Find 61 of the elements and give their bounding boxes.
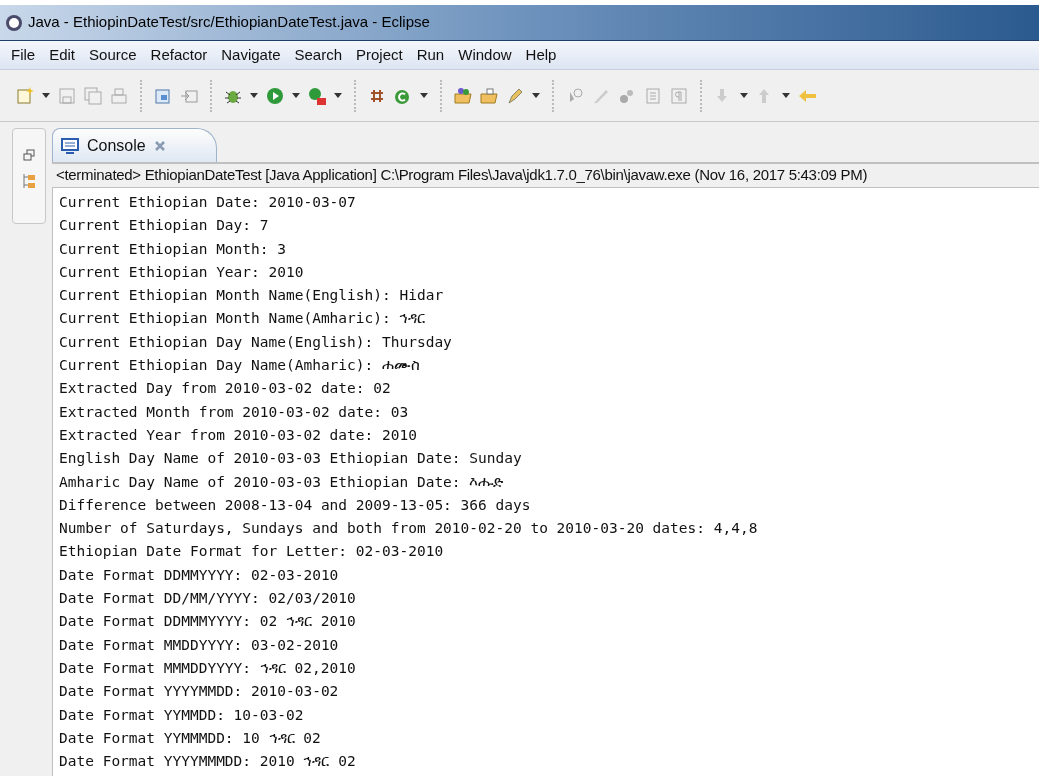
console-line: Date Format MMDDYYYY: 03-02-2010 bbox=[59, 635, 339, 655]
console-line: Current Ethiopian Year: 2010 bbox=[59, 262, 304, 282]
console-line: Date Format YYMMMDD: 10 ኅዳር 02 bbox=[59, 728, 321, 748]
console-line: Date Format MMMDDYYYY: ኅዳር 02,2010 bbox=[59, 658, 356, 678]
console-line: Current Ethiopian Month Name(English): Hidar bbox=[59, 286, 444, 306]
console-icon bbox=[61, 137, 79, 154]
eclipse-logo-icon bbox=[4, 12, 24, 33]
tab-label: Console bbox=[87, 135, 146, 156]
menu-item[interactable]: Edit bbox=[42, 43, 83, 67]
console-line: Date Format YYYYMMMDD: 2010 ኅዳር 02 bbox=[59, 752, 356, 772]
console-line: Number of Saturdays, Sundays and both from 2010-02-20 to 2010-03-20 dates: 4,4,8 bbox=[59, 519, 758, 539]
menu-item[interactable]: Navigate bbox=[214, 43, 288, 67]
menu-item[interactable]: Source bbox=[82, 43, 144, 67]
caret-icon[interactable] bbox=[250, 93, 258, 98]
new-file-icon[interactable] bbox=[15, 85, 35, 106]
console-line: Current Ethiopian Day Name(Amharic): ሐሙስ bbox=[59, 356, 420, 376]
console-line: English Day Name of 2010-03-03 Ethiopian Date: Sunday bbox=[59, 449, 522, 469]
console-line: Extracted Day from 2010-03-02 date: 02 bbox=[59, 379, 391, 399]
console-line: Current Ethiopian Day: 7 bbox=[59, 216, 269, 236]
console-line: Amharic Day Name of 2010-03-03 Ethiopian Date: እሑድ bbox=[59, 472, 504, 492]
console-header: <terminated> EthiopianDateTest [Java Application] C:\Program Files\Java\jdk1.7.0_76\bin\javaw.exe (Nov 16, 2017 5:43:09 PM) bbox=[56, 165, 868, 186]
folder-icon[interactable] bbox=[479, 85, 499, 106]
caret-icon[interactable] bbox=[532, 93, 540, 98]
window-title: Java - EthiopinDateTest/src/EthiopianDateTest.java - Eclipse bbox=[28, 12, 430, 33]
open-folder-icon[interactable] bbox=[453, 85, 473, 106]
caret-icon[interactable] bbox=[420, 93, 428, 98]
pilcrow-icon[interactable] bbox=[669, 85, 689, 106]
menu-item[interactable]: Project bbox=[349, 43, 410, 67]
console-line: Ethiopian Date Format for Letter: 02-03-2010 bbox=[59, 542, 444, 562]
console-line: Difference between 2008-13-04 and 2009-13-05: 366 days bbox=[59, 495, 531, 515]
save-icon[interactable] bbox=[57, 85, 77, 106]
menu-item[interactable]: File bbox=[4, 43, 43, 67]
console-line: Date Format DDMMMYYYY: 02 ኅዳር 2010 bbox=[59, 612, 356, 632]
restore-icon[interactable] bbox=[23, 149, 35, 161]
console-line: Current Ethiopian Month Name(Amharic): ኅዳር bbox=[59, 309, 426, 329]
caret-icon[interactable] bbox=[782, 93, 790, 98]
console-line: Current Ethiopian Day Name(English): Thursday bbox=[59, 332, 452, 352]
run-tools-icon[interactable] bbox=[307, 85, 327, 106]
run-icon[interactable] bbox=[265, 85, 285, 106]
console-line: Date Format YYYYMMDD: 2010-03-02 bbox=[59, 682, 339, 702]
menu-item[interactable]: Help bbox=[518, 43, 564, 67]
caret-icon[interactable] bbox=[740, 93, 748, 98]
caret-icon[interactable] bbox=[334, 93, 342, 98]
hierarchy-icon[interactable] bbox=[22, 173, 36, 189]
console-line: Date Format YYMMDD: 10-03-02 bbox=[59, 705, 304, 725]
close-icon[interactable] bbox=[153, 139, 166, 152]
console-line: Extracted Year from 2010-03-02 date: 2010 bbox=[59, 425, 417, 445]
menu-item[interactable]: Search bbox=[287, 43, 349, 67]
console-line: Current Ethiopian Month: 3 bbox=[59, 239, 286, 259]
print-icon[interactable] bbox=[109, 85, 129, 106]
caret-icon[interactable] bbox=[292, 93, 300, 98]
save-all-icon[interactable] bbox=[83, 85, 103, 106]
menu-item[interactable]: Run bbox=[409, 43, 452, 67]
console-line: Current Ethiopian Date: 2010-03-07 bbox=[59, 193, 356, 212]
console-line: Extracted Month from 2010-03-02 date: 03 bbox=[59, 402, 409, 422]
caret-icon[interactable] bbox=[42, 93, 50, 98]
console-tab[interactable]: Console bbox=[52, 128, 217, 162]
console-line: Date Format DD/MM/YYYY: 02/03/2010 bbox=[59, 589, 356, 609]
menu-item[interactable]: Window bbox=[451, 43, 519, 67]
console-line: Date Format DDMMYYYY: 02-03-2010 bbox=[59, 565, 339, 585]
menu-item[interactable]: Refactor bbox=[143, 43, 215, 67]
